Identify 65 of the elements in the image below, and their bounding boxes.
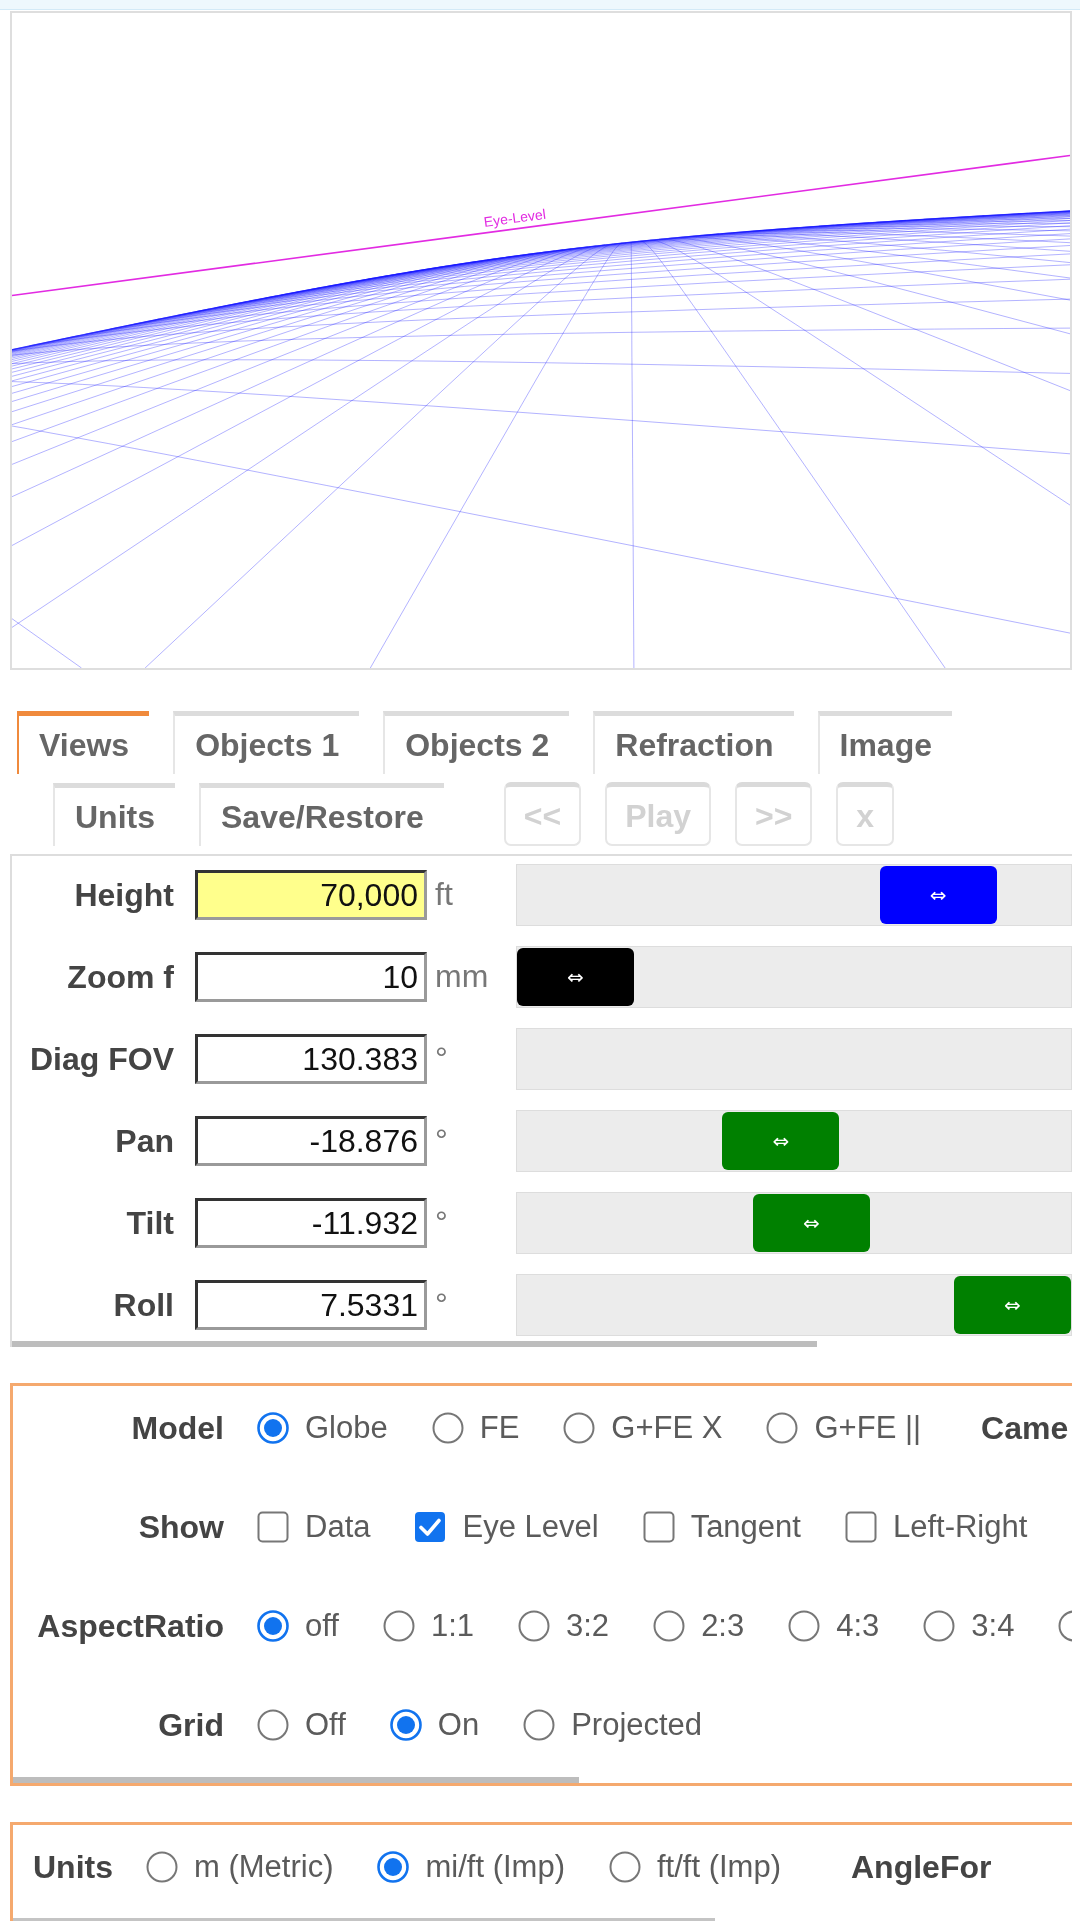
slider-track[interactable]: ⇔ bbox=[516, 1274, 1072, 1336]
number-field[interactable]: -18.876 bbox=[195, 1116, 427, 1166]
radio-option[interactable]: off bbox=[257, 1602, 339, 1650]
slider-track[interactable]: ⇔ bbox=[516, 946, 1072, 1008]
number-field[interactable]: 10 bbox=[195, 952, 427, 1002]
field-label: Diag FOV bbox=[29, 1040, 174, 1079]
option-label: Show bbox=[137, 1508, 224, 1547]
radio-option[interactable]: FE bbox=[431, 1404, 520, 1452]
checkbox-option[interactable]: Tangent bbox=[642, 1503, 801, 1551]
radio-option[interactable]: On bbox=[389, 1701, 480, 1749]
slider-track[interactable]: ⇔ bbox=[516, 1192, 1072, 1254]
tab[interactable]: Refraction bbox=[593, 711, 794, 774]
slider-handle[interactable]: ⇔ bbox=[722, 1112, 840, 1170]
option-label: Units bbox=[33, 1848, 113, 1887]
slider-handle[interactable]: ⇔ bbox=[954, 1276, 1071, 1334]
radio-option[interactable]: 4:3 bbox=[788, 1602, 880, 1650]
field-label: Tilt bbox=[125, 1204, 174, 1243]
slider-track[interactable] bbox=[516, 1028, 1072, 1090]
slider-handle[interactable]: ⇔ bbox=[752, 1194, 870, 1252]
checkbox-option[interactable]: Left-Right bbox=[844, 1503, 1028, 1551]
radio-option[interactable]: mi/ft (Imp) bbox=[377, 1843, 565, 1891]
number-field[interactable]: 70,000 bbox=[195, 870, 427, 920]
unit-label: mm bbox=[435, 957, 489, 996]
unit-label: ° bbox=[435, 1121, 448, 1160]
slider-track[interactable]: ⇔ bbox=[516, 1110, 1072, 1172]
unit-label: ° bbox=[435, 1039, 448, 1078]
radio-option[interactable]: Off bbox=[257, 1701, 346, 1749]
tab[interactable]: Objects 2 bbox=[383, 711, 570, 774]
radio-option[interactable]: G+FE || bbox=[766, 1404, 922, 1452]
checkbox-option[interactable]: Eye Level bbox=[414, 1503, 599, 1551]
field-label: Height bbox=[73, 876, 174, 915]
field-label: Roll bbox=[112, 1286, 174, 1325]
number-field[interactable]: -11.932 bbox=[195, 1198, 427, 1248]
option-label: Grid bbox=[157, 1706, 224, 1745]
unit-label: ft bbox=[435, 875, 453, 914]
slider-handle[interactable]: ⇔ bbox=[879, 866, 997, 924]
radio-icon[interactable] bbox=[1058, 1610, 1072, 1642]
eye-level-label: Eye-Level bbox=[482, 205, 547, 230]
slider-track[interactable]: ⇔ bbox=[516, 864, 1072, 926]
radio-option[interactable]: G+FE X bbox=[563, 1404, 723, 1452]
radio-option[interactable]: Projected bbox=[523, 1701, 703, 1749]
number-field[interactable]: 130.383 bbox=[195, 1034, 427, 1084]
option-label: AngleFor bbox=[851, 1848, 992, 1887]
radio-option[interactable]: Globe bbox=[257, 1404, 388, 1452]
radio-option[interactable]: 3:4 bbox=[923, 1602, 1015, 1650]
tab[interactable]: Views bbox=[17, 711, 150, 774]
tab[interactable]: Objects 1 bbox=[173, 711, 360, 774]
radio-option[interactable]: m (Metric) bbox=[146, 1843, 334, 1891]
tab[interactable]: Save/Restore bbox=[199, 783, 444, 846]
option-label: AspectRatio bbox=[36, 1607, 224, 1646]
radio-option[interactable]: 3:2 bbox=[518, 1602, 610, 1650]
checkbox-option[interactable]: Data bbox=[257, 1503, 371, 1551]
unit-label: ° bbox=[435, 1285, 448, 1324]
tab[interactable]: Image bbox=[817, 711, 952, 774]
field-label: Pan bbox=[114, 1122, 174, 1161]
option-label: Came bbox=[981, 1409, 1069, 1448]
unit-label: ° bbox=[435, 1203, 448, 1242]
number-field[interactable]: 7.5331 bbox=[195, 1280, 427, 1330]
slider-handle[interactable]: ⇔ bbox=[517, 948, 634, 1006]
option-label: Model bbox=[130, 1409, 224, 1448]
radio-option[interactable]: ft/ft (Imp) bbox=[609, 1843, 781, 1891]
tab[interactable]: Units bbox=[53, 783, 175, 846]
radio-option[interactable]: 2:3 bbox=[653, 1602, 745, 1650]
field-label: Zoom f bbox=[66, 958, 174, 997]
radio-option[interactable]: 1:1 bbox=[382, 1602, 474, 1650]
